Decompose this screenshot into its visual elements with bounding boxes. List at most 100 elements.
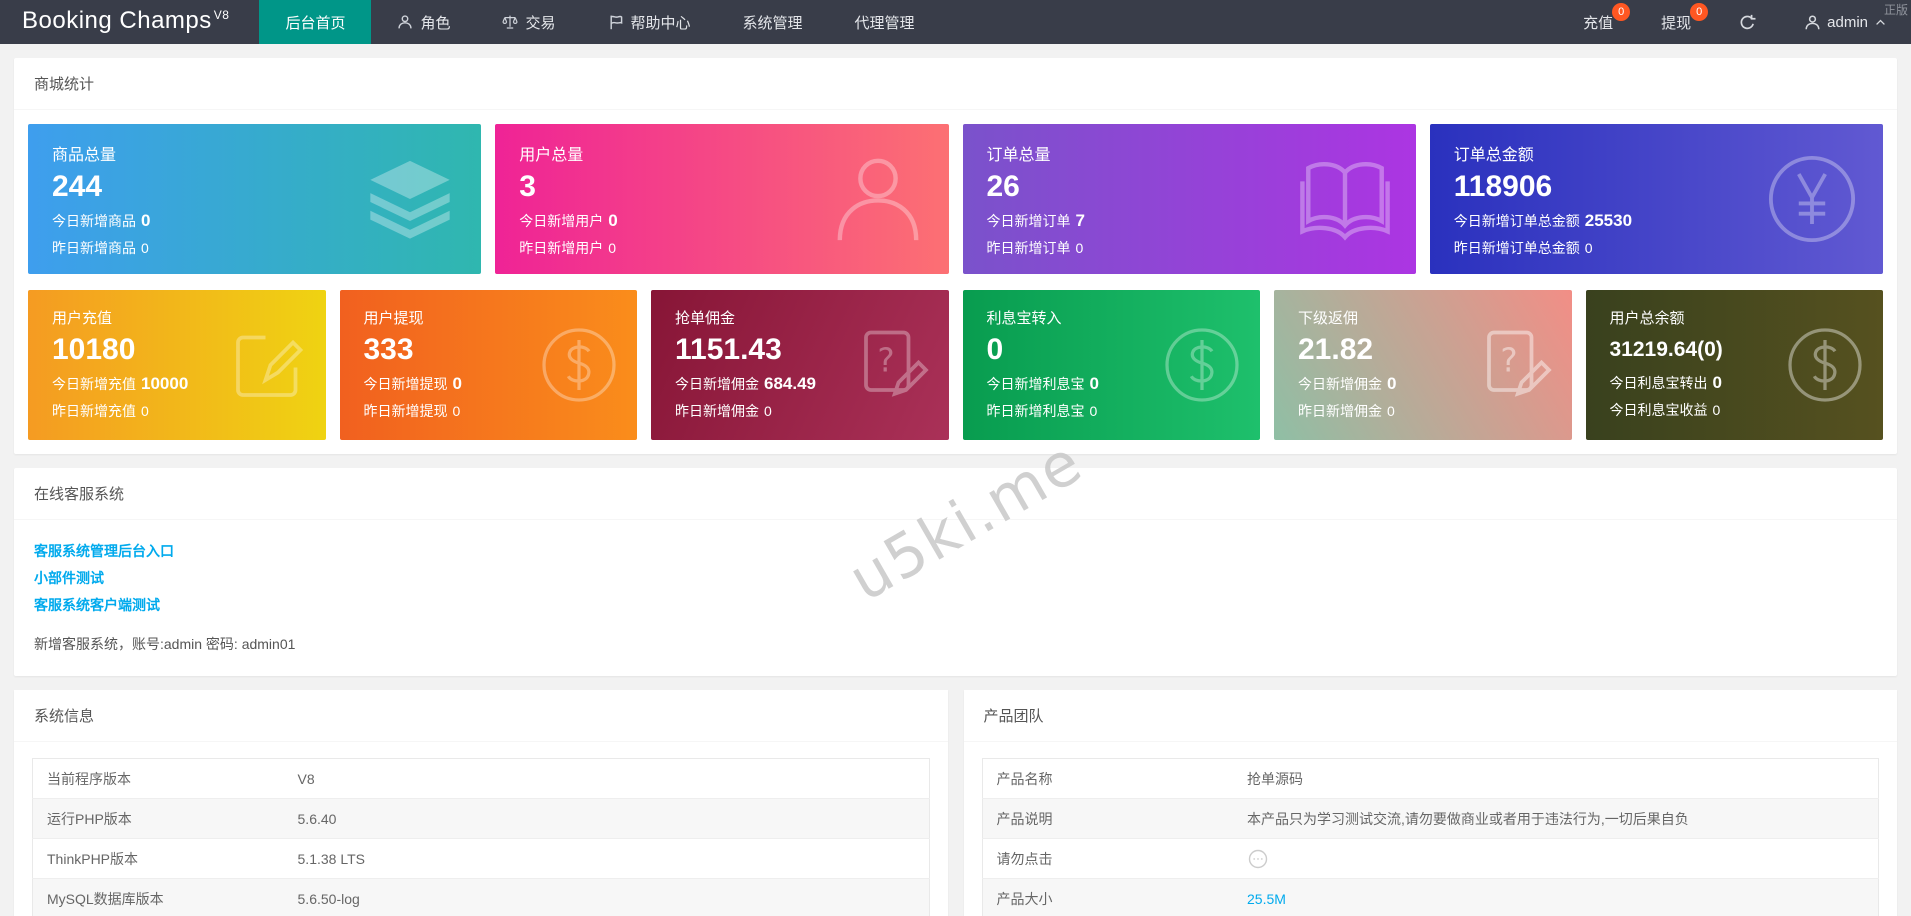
nav-item-label: 帮助中心 bbox=[631, 12, 691, 33]
stat-line-value: 0 bbox=[608, 211, 617, 230]
row-label: MySQL数据库版本 bbox=[33, 879, 284, 916]
layers-icon bbox=[363, 152, 457, 246]
stat-card-sub-rebate: 下级返佣 21.82 今日新增佣金0 昨日新增佣金0 bbox=[1274, 290, 1572, 440]
nav-item-system-admin[interactable]: 系统管理 bbox=[717, 0, 829, 44]
page-content: 商城统计 商品总量 244 今日新增商品0 昨日新增商品0 用户总量 3 今日新… bbox=[0, 58, 1911, 916]
stat-line-value: 0 bbox=[608, 240, 616, 256]
stat-line-value: 0 bbox=[141, 240, 149, 256]
table-row: ThinkPHP版本5.1.38 LTS bbox=[33, 839, 930, 879]
stat-card-users-total: 用户总量 3 今日新增用户0 昨日新增用户0 bbox=[495, 124, 948, 274]
stat-line-label: 今日新增提现 bbox=[364, 376, 448, 392]
yen-circle-icon bbox=[1765, 152, 1859, 246]
recharge-button[interactable]: 充值 0 bbox=[1559, 0, 1637, 44]
stat-line-value: 25530 bbox=[1585, 211, 1632, 230]
scales-icon bbox=[502, 14, 518, 30]
flag-icon bbox=[608, 14, 624, 30]
withdraw-badge: 0 bbox=[1690, 3, 1708, 21]
nav-item-agent-admin[interactable]: 代理管理 bbox=[829, 0, 941, 44]
widget-test-link[interactable]: 小部件测试 bbox=[34, 565, 1877, 592]
stat-line-label: 今日新增商品 bbox=[52, 213, 136, 229]
big-stat-cards: 商品总量 244 今日新增商品0 昨日新增商品0 用户总量 3 今日新增用户0 … bbox=[26, 124, 1885, 274]
book-icon bbox=[1298, 152, 1392, 246]
row-label: 当前程序版本 bbox=[33, 759, 284, 799]
system-info-table: 当前程序版本V8 运行PHP版本5.6.40 ThinkPHP版本5.1.38 … bbox=[32, 758, 930, 916]
recharge-label: 充值 bbox=[1583, 12, 1613, 33]
bottom-panels: 系统信息 当前程序版本V8 运行PHP版本5.6.40 ThinkPHP版本5.… bbox=[14, 676, 1897, 916]
stat-line-label: 昨日新增订单 bbox=[987, 240, 1071, 256]
stat-line-value: 0 bbox=[1090, 403, 1098, 419]
mall-stats-panel: 商城统计 商品总量 244 今日新增商品0 昨日新增商品0 用户总量 3 今日新… bbox=[14, 58, 1897, 454]
stat-line-label: 今日利息宝收益 bbox=[1610, 402, 1708, 418]
stat-line-value: 0 bbox=[1387, 403, 1395, 419]
user-icon bbox=[831, 152, 925, 246]
stat-line-value: 684.49 bbox=[764, 374, 816, 393]
refresh-icon bbox=[1739, 14, 1756, 31]
stat-line-value: 0 bbox=[1585, 240, 1593, 256]
stat-line-value: 10000 bbox=[141, 374, 188, 393]
nav-item-help-center[interactable]: 帮助中心 bbox=[582, 0, 717, 44]
product-team-table-wrap: 产品名称抢单源码 产品说明本产品只为学习测试交流,请勿要做商业或者用于违法行为,… bbox=[964, 742, 1898, 916]
stat-line-value: 0 bbox=[1387, 374, 1396, 393]
stat-line-label: 昨日新增商品 bbox=[52, 240, 136, 256]
row-label: 产品大小 bbox=[982, 879, 1233, 916]
username: admin bbox=[1827, 14, 1868, 31]
stat-line-label: 昨日新增提现 bbox=[364, 403, 448, 419]
panel-title: 在线客服系统 bbox=[14, 468, 1897, 520]
nav-item-roles[interactable]: 角色 bbox=[371, 0, 476, 44]
row-label: ThinkPHP版本 bbox=[33, 839, 284, 879]
round-badge-icon[interactable] bbox=[1247, 848, 1269, 870]
doc-question-icon bbox=[851, 325, 931, 405]
stat-card-user-balance: 用户总余额 31219.64(0) 今日利息宝转出0 今日利息宝收益0 bbox=[1586, 290, 1884, 440]
person-icon bbox=[1804, 14, 1821, 31]
app-logo: Booking ChampsV8 bbox=[0, 0, 259, 44]
stat-line-label: 今日新增订单总金额 bbox=[1454, 213, 1580, 229]
recharge-badge: 0 bbox=[1612, 3, 1630, 21]
stat-line-label: 昨日新增利息宝 bbox=[987, 403, 1085, 419]
panel-title: 系统信息 bbox=[14, 690, 948, 742]
nav-item-trade[interactable]: 交易 bbox=[476, 0, 581, 44]
stat-line-value: 0 bbox=[141, 403, 149, 419]
row-label: 产品名称 bbox=[982, 759, 1233, 799]
stat-line-label: 今日新增订单 bbox=[987, 213, 1071, 229]
row-value: V8 bbox=[284, 759, 929, 799]
stat-line-value: 0 bbox=[1076, 240, 1084, 256]
service-account-note: 新增客服系统，账号:admin 密码: admin01 bbox=[34, 634, 1877, 654]
nav-item-home[interactable]: 后台首页 bbox=[259, 0, 371, 44]
table-row: 运行PHP版本5.6.40 bbox=[33, 799, 930, 839]
stat-line-label: 今日新增用户 bbox=[519, 213, 603, 229]
stat-line-value: 0 bbox=[764, 403, 772, 419]
nav-item-label: 交易 bbox=[525, 12, 555, 33]
license-text: 正版 bbox=[1884, 1, 1908, 18]
stat-line-label: 昨日新增佣金 bbox=[675, 403, 759, 419]
row-value: 抢单源码 bbox=[1233, 759, 1878, 799]
stat-line-value: 0 bbox=[141, 211, 150, 230]
stat-card-user-withdraw: 用户提现 333 今日新增提现0 昨日新增提现0 bbox=[340, 290, 638, 440]
table-row: 产品说明本产品只为学习测试交流,请勿要做商业或者用于违法行为,一切后果自负 bbox=[982, 799, 1879, 839]
stat-line-value: 0 bbox=[1713, 373, 1722, 392]
system-info-panel: 系统信息 当前程序版本V8 运行PHP版本5.6.40 ThinkPHP版本5.… bbox=[14, 690, 948, 916]
table-row: 当前程序版本V8 bbox=[33, 759, 930, 799]
table-row: 产品大小 25.5M bbox=[982, 879, 1879, 916]
stat-line-label: 今日利息宝转出 bbox=[1610, 375, 1708, 391]
table-row: MySQL数据库版本5.6.50-log bbox=[33, 879, 930, 916]
withdraw-button[interactable]: 提现 0 bbox=[1637, 0, 1715, 44]
stat-line-label: 今日新增充值 bbox=[52, 376, 136, 392]
row-value: 本产品只为学习测试交流,请勿要做商业或者用于违法行为,一切后果自负 bbox=[1233, 799, 1878, 839]
small-stat-cards: 用户充值 10180 今日新增充值10000 昨日新增充值0 用户提现 333 … bbox=[26, 290, 1885, 440]
stat-card-interest-in: 利息宝转入 0 今日新增利息宝0 昨日新增利息宝0 bbox=[963, 290, 1261, 440]
row-label: 请勿点击 bbox=[982, 839, 1233, 879]
top-navbar: Booking ChampsV8 后台首页 角色 交易 帮助中心 系统管理 代理… bbox=[0, 0, 1911, 44]
refresh-button[interactable] bbox=[1715, 0, 1780, 44]
nav-item-label: 后台首页 bbox=[285, 12, 345, 33]
row-label: 运行PHP版本 bbox=[33, 799, 284, 839]
service-admin-link[interactable]: 客服系统管理后台入口 bbox=[34, 538, 1877, 565]
service-client-test-link[interactable]: 客服系统客户端测试 bbox=[34, 592, 1877, 619]
stat-line-label: 昨日新增充值 bbox=[52, 403, 136, 419]
stat-card-orders-total: 订单总量 26 今日新增订单7 昨日新增订单0 bbox=[963, 124, 1416, 274]
stat-line-value: 0 bbox=[1713, 402, 1721, 418]
product-size-link[interactable]: 25.5M bbox=[1247, 891, 1286, 907]
product-team-table: 产品名称抢单源码 产品说明本产品只为学习测试交流,请勿要做商业或者用于违法行为,… bbox=[982, 758, 1880, 916]
nav-item-label: 角色 bbox=[420, 12, 450, 33]
stat-line-value: 0 bbox=[453, 403, 461, 419]
nav-item-label: 系统管理 bbox=[743, 12, 803, 33]
